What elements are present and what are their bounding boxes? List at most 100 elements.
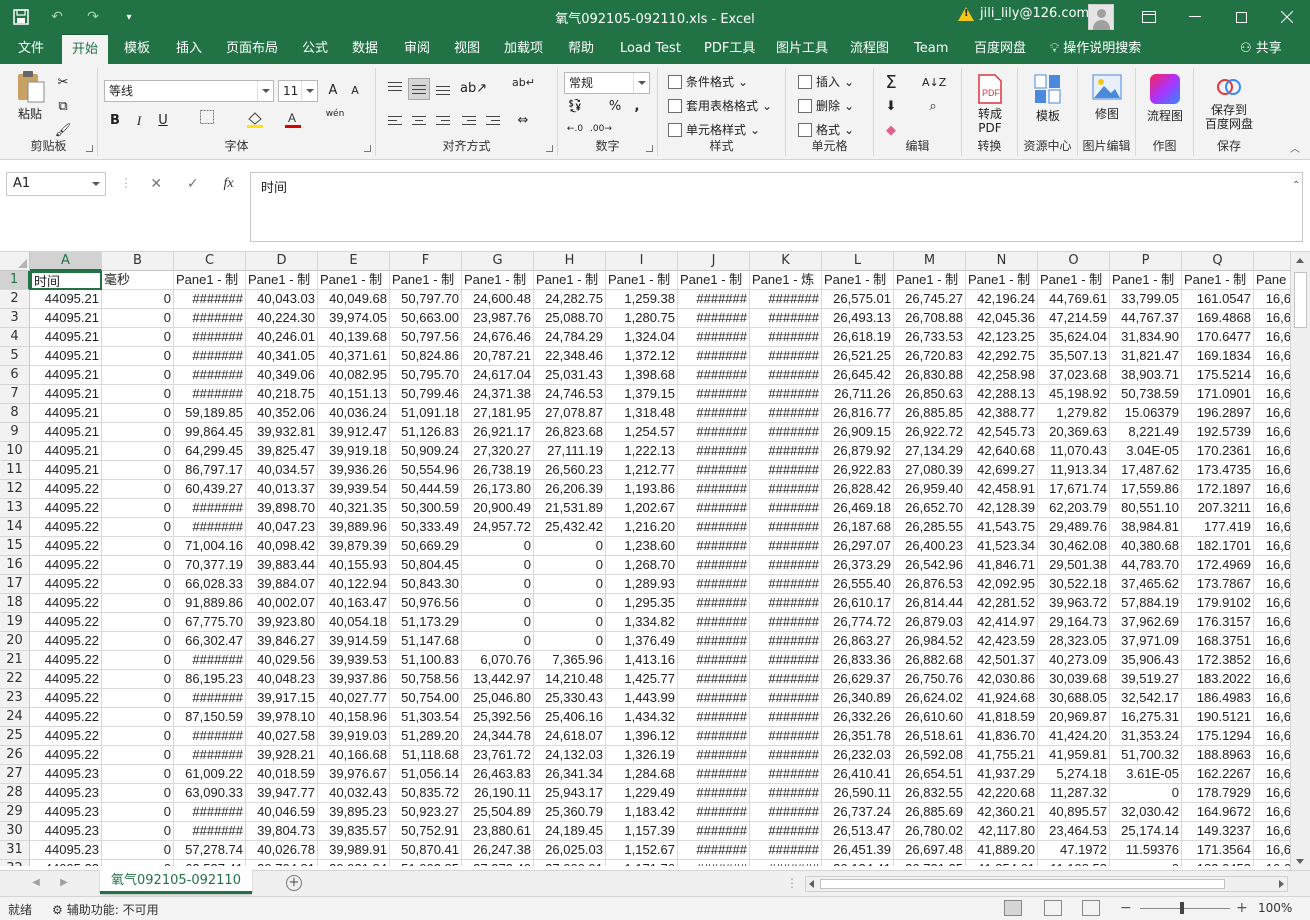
flowchart-button[interactable]: 流程图	[1142, 74, 1188, 124]
table-cell[interactable]: 50,976.56	[390, 594, 462, 613]
column-header[interactable]: P	[1110, 252, 1182, 271]
table-cell[interactable]: 13,442.97	[462, 670, 534, 689]
italic-button[interactable]: I	[128, 110, 150, 132]
table-cell[interactable]: 51,118.68	[390, 746, 462, 765]
table-cell[interactable]: 25,392.56	[462, 708, 534, 727]
table-cell[interactable]: 26,882.68	[894, 651, 966, 670]
table-cell[interactable]: 39,804.73	[246, 822, 318, 841]
row-header[interactable]: 19	[0, 613, 30, 632]
table-cell[interactable]: 41,846.71	[966, 556, 1038, 575]
table-cell[interactable]: #######	[678, 385, 750, 404]
table-cell[interactable]: 40,046.59	[246, 803, 318, 822]
table-cell[interactable]: 170.6477	[1182, 328, 1254, 347]
table-cell[interactable]: 50,824.86	[390, 347, 462, 366]
row-header[interactable]: 12	[0, 480, 30, 499]
table-cell[interactable]: 50,795.70	[390, 366, 462, 385]
table-cell[interactable]: 0	[1110, 860, 1182, 866]
table-cell[interactable]: 40,026.78	[246, 841, 318, 860]
table-cell[interactable]: 51,147.68	[390, 632, 462, 651]
table-cell[interactable]: 50,444.59	[390, 480, 462, 499]
table-cell[interactable]: 38,984.81	[1110, 518, 1182, 537]
table-cell[interactable]: 1,413.16	[606, 651, 678, 670]
table-cell[interactable]: 42,501.37	[966, 651, 1038, 670]
horizontal-scroll-thumb[interactable]	[820, 879, 1225, 889]
table-cell[interactable]: 0	[102, 765, 174, 784]
table-cell[interactable]: #######	[750, 556, 822, 575]
table-cell[interactable]: #######	[750, 423, 822, 442]
copy-icon[interactable]: ⧉	[52, 96, 74, 118]
table-cell[interactable]: 207.3211	[1182, 499, 1254, 518]
table-cell[interactable]: 50,738.59	[1110, 385, 1182, 404]
table-cell[interactable]: #######	[174, 499, 246, 518]
table-cell[interactable]: 26,025.03	[534, 841, 606, 860]
table-cell[interactable]: 44095.22	[30, 670, 102, 689]
table-cell[interactable]: 175.5214	[1182, 366, 1254, 385]
table-cell[interactable]: 0	[102, 537, 174, 556]
tab-file[interactable]: 文件	[10, 34, 52, 64]
table-cell[interactable]: 16,6	[1254, 613, 1290, 632]
column-header[interactable]: Q	[1182, 252, 1254, 271]
tab-insert[interactable]: 插入	[168, 34, 210, 64]
table-cell[interactable]: 80,551.10	[1110, 499, 1182, 518]
row-header[interactable]: 11	[0, 461, 30, 480]
table-cell[interactable]: #######	[750, 518, 822, 537]
column-header[interactable]: A	[30, 252, 102, 271]
header-cell[interactable]: 毫秒	[102, 271, 174, 290]
table-cell[interactable]: 16,275.31	[1110, 708, 1182, 727]
header-cell[interactable]: Pane1 - 制	[1182, 271, 1254, 290]
table-cell[interactable]: 42,117.80	[966, 822, 1038, 841]
table-cell[interactable]: 20,369.63	[1038, 423, 1110, 442]
table-cell[interactable]: 0	[102, 480, 174, 499]
convert-pdf-button[interactable]: PDF 转成 PDF	[968, 74, 1012, 135]
table-cell[interactable]: 39,974.05	[318, 309, 390, 328]
table-cell[interactable]: 1,425.77	[606, 670, 678, 689]
table-cell[interactable]: 0	[462, 613, 534, 632]
table-cell[interactable]: 51,303.54	[390, 708, 462, 727]
table-cell[interactable]: 87,150.59	[174, 708, 246, 727]
table-cell[interactable]: 162.2267	[1182, 765, 1254, 784]
table-cell[interactable]: 40,155.93	[318, 556, 390, 575]
table-cell[interactable]: 0	[102, 442, 174, 461]
row-header[interactable]: 9	[0, 423, 30, 442]
table-cell[interactable]: 66,302.47	[174, 632, 246, 651]
table-cell[interactable]: 50,797.56	[390, 328, 462, 347]
increase-indent-icon[interactable]	[482, 110, 504, 132]
column-header[interactable]: D	[246, 252, 318, 271]
table-cell[interactable]: 29,164.73	[1038, 613, 1110, 632]
table-cell[interactable]: #######	[750, 708, 822, 727]
table-cell[interactable]: 39,895.23	[318, 803, 390, 822]
table-cell[interactable]: 51,002.85	[390, 860, 462, 866]
table-cell[interactable]: 39,846.27	[246, 632, 318, 651]
table-cell[interactable]: 16,6	[1254, 309, 1290, 328]
table-cell[interactable]: 63,090.33	[174, 784, 246, 803]
table-cell[interactable]: 61,009.22	[174, 765, 246, 784]
table-cell[interactable]: 29,489.76	[1038, 518, 1110, 537]
formula-input[interactable]: 时间	[250, 172, 1303, 242]
table-cell[interactable]: 0	[1110, 784, 1182, 803]
table-cell[interactable]: 40,027.58	[246, 727, 318, 746]
table-cell[interactable]: 25,088.70	[534, 309, 606, 328]
share-button[interactable]: ⚇ 共享	[1240, 34, 1282, 64]
fill-icon[interactable]: ⬇	[880, 96, 902, 118]
table-cell[interactable]: 14,210.48	[534, 670, 606, 689]
table-cell[interactable]: 67,775.70	[174, 613, 246, 632]
table-cell[interactable]: 26,830.88	[894, 366, 966, 385]
table-cell[interactable]: 8,221.49	[1110, 423, 1182, 442]
merge-center-icon[interactable]: ⇔	[512, 110, 534, 132]
table-cell[interactable]: 42,640.68	[966, 442, 1038, 461]
table-cell[interactable]: 16,6	[1254, 765, 1290, 784]
table-cell[interactable]: 176.3157	[1182, 613, 1254, 632]
table-cell[interactable]: 50,300.59	[390, 499, 462, 518]
table-cell[interactable]: 57,884.19	[1110, 594, 1182, 613]
table-cell[interactable]: 39,963.72	[1038, 594, 1110, 613]
row-header[interactable]: 22	[0, 670, 30, 689]
table-cell[interactable]: 11,287.32	[1038, 784, 1110, 803]
table-cell[interactable]: 26,733.53	[894, 328, 966, 347]
table-cell[interactable]: 26,451.39	[822, 841, 894, 860]
comma-style-button[interactable]: ,	[626, 96, 648, 118]
row-header[interactable]: 4	[0, 328, 30, 347]
table-cell[interactable]: #######	[750, 309, 822, 328]
table-cell[interactable]: 1,372.12	[606, 347, 678, 366]
table-cell[interactable]: 39,889.96	[318, 518, 390, 537]
table-cell[interactable]: #######	[678, 746, 750, 765]
